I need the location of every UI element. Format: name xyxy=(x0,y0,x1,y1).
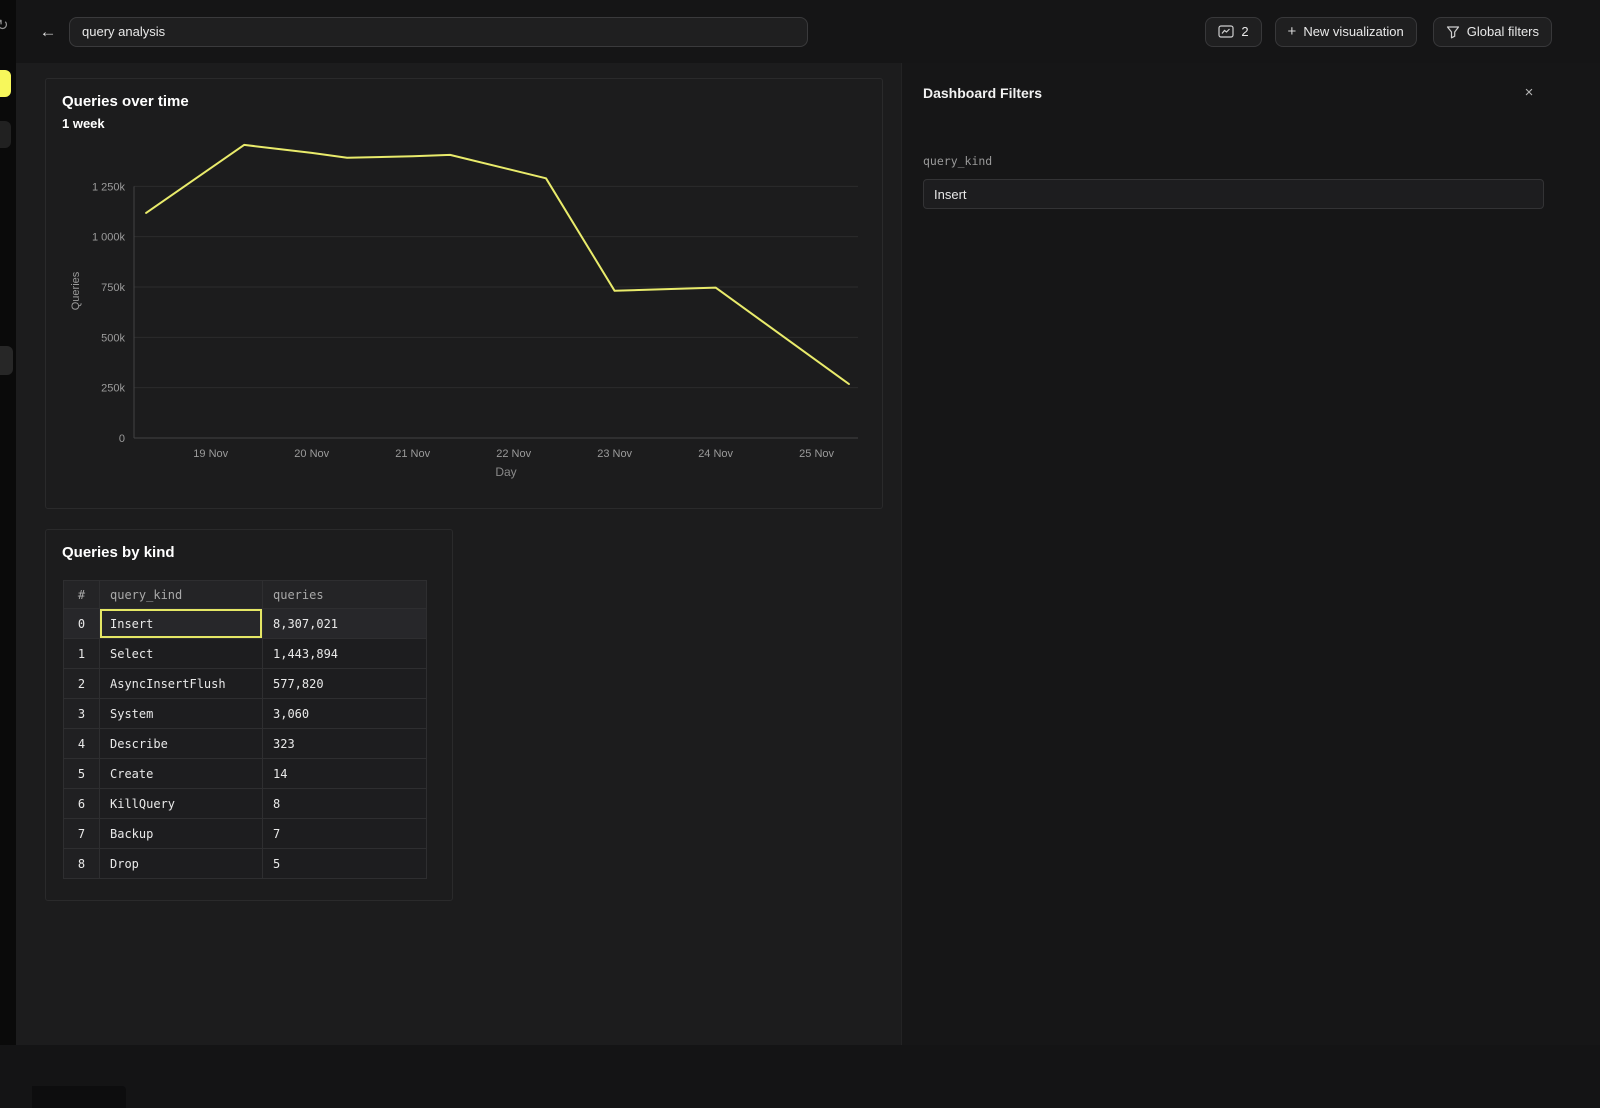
row-index-cell: 6 xyxy=(64,789,100,819)
row-index-cell: 2 xyxy=(64,669,100,699)
new-visualization-button[interactable]: + New visualization xyxy=(1275,17,1417,47)
queries-count-cell[interactable]: 8,307,021 xyxy=(263,609,427,639)
svg-text:0: 0 xyxy=(119,433,125,445)
table-row: 4Describe323 xyxy=(64,729,427,759)
table-title: Queries by kind xyxy=(62,544,175,561)
queries-by-kind-card: Queries by kind # query_kind queries 0In… xyxy=(45,529,453,901)
queries-count-cell[interactable]: 5 xyxy=(263,849,427,879)
queries-count-cell[interactable]: 3,060 xyxy=(263,699,427,729)
table-row: 1Select1,443,894 xyxy=(64,639,427,669)
column-header-queries[interactable]: queries xyxy=(263,581,427,609)
row-index-cell: 4 xyxy=(64,729,100,759)
svg-text:250k: 250k xyxy=(101,383,125,395)
row-index-cell: 3 xyxy=(64,699,100,729)
svg-text:1 250k: 1 250k xyxy=(92,181,126,193)
query-kind-cell[interactable]: KillQuery xyxy=(100,789,263,819)
queries-count-cell[interactable]: 14 xyxy=(263,759,427,789)
row-index-cell: 0 xyxy=(64,609,100,639)
arrow-left-icon: ← xyxy=(40,22,57,42)
table-row: 3System3,060 xyxy=(64,699,427,729)
global-filters-button[interactable]: Global filters xyxy=(1433,17,1552,47)
visualization-count: 2 xyxy=(1241,24,1248,39)
svg-text:19 Nov: 19 Nov xyxy=(193,448,228,460)
query-kind-cell[interactable]: Drop xyxy=(100,849,263,879)
table-row: 5Create14 xyxy=(64,759,427,789)
svg-text:Day: Day xyxy=(495,465,516,479)
svg-text:23 Nov: 23 Nov xyxy=(597,448,632,460)
svg-text:25 Nov: 25 Nov xyxy=(799,448,834,460)
row-index-cell: 7 xyxy=(64,819,100,849)
filters-panel-title: Dashboard Filters xyxy=(923,85,1042,101)
dashboard-canvas: Queries over time 1 week 0 250k 500k 750k 1 … xyxy=(16,63,901,1045)
svg-text:20 Nov: 20 Nov xyxy=(294,448,329,460)
query-kind-cell[interactable]: System xyxy=(100,699,263,729)
row-index-cell: 8 xyxy=(64,849,100,879)
queries-over-time-card: Queries over time 1 week 0 250k 500k 750k 1 … xyxy=(45,78,883,509)
filter-field-label: query_kind xyxy=(923,154,992,168)
queries-count-cell[interactable]: 8 xyxy=(263,789,427,819)
sidebar-item-active[interactable] xyxy=(0,70,11,97)
column-header-query-kind[interactable]: query_kind xyxy=(100,581,263,609)
query-kind-cell[interactable]: Select xyxy=(100,639,263,669)
queries-chart-svg[interactable]: 0 250k 500k 750k 1 000k 1 250k 19 Nov 20 Nov 21 … xyxy=(46,79,884,510)
sidebar-item[interactable] xyxy=(0,121,11,148)
queries-count-cell[interactable]: 1,443,894 xyxy=(263,639,427,669)
svg-text:750k: 750k xyxy=(101,282,125,294)
close-button[interactable]: × xyxy=(1520,83,1538,101)
queries-count-cell[interactable]: 577,820 xyxy=(263,669,427,699)
query-kind-cell[interactable]: Backup xyxy=(100,819,263,849)
queries-table: # query_kind queries 0Insert8,307,0211Se… xyxy=(63,580,427,879)
visualization-icon xyxy=(1218,25,1234,38)
table-row: 0Insert8,307,021 xyxy=(64,609,427,639)
dashboard-title-input[interactable] xyxy=(69,17,808,47)
back-button[interactable]: ← xyxy=(34,18,62,46)
svg-text:22 Nov: 22 Nov xyxy=(496,448,531,460)
dashboard-filters-panel: Dashboard Filters × query_kind xyxy=(901,63,1600,1045)
new-visualization-label: New visualization xyxy=(1303,24,1403,39)
svg-text:500k: 500k xyxy=(101,332,125,344)
bottom-left-block xyxy=(32,1086,126,1108)
row-index-cell: 5 xyxy=(64,759,100,789)
query-kind-filter-input[interactable] xyxy=(923,179,1544,209)
table-row: 8Drop5 xyxy=(64,849,427,879)
svg-text:1 000k: 1 000k xyxy=(92,232,126,244)
global-filters-label: Global filters xyxy=(1467,24,1539,39)
svg-text:21 Nov: 21 Nov xyxy=(395,448,430,460)
query-kind-cell[interactable]: Insert xyxy=(100,609,263,639)
top-bar: ← 2 + New visualization Global filters xyxy=(16,0,1600,63)
queries-table-head: # query_kind queries xyxy=(64,581,427,609)
queries-count-cell[interactable]: 323 xyxy=(263,729,427,759)
query-kind-cell[interactable]: Describe xyxy=(100,729,263,759)
table-row: 7Backup7 xyxy=(64,819,427,849)
chart-title: Queries over time xyxy=(62,93,189,110)
queries-table-body: 0Insert8,307,0211Select1,443,8942AsyncIn… xyxy=(64,609,427,879)
plus-icon: + xyxy=(1288,24,1297,39)
refresh-icon[interactable]: ↻ xyxy=(0,16,9,34)
topbar-actions: 2 + New visualization Global filters xyxy=(1205,17,1552,47)
svg-text:24 Nov: 24 Nov xyxy=(698,448,733,460)
column-header-index[interactable]: # xyxy=(64,581,100,609)
row-index-cell: 1 xyxy=(64,639,100,669)
funnel-icon xyxy=(1446,25,1460,39)
chart-subtitle: 1 week xyxy=(62,116,105,131)
close-icon: × xyxy=(1525,84,1534,101)
table-row: 2AsyncInsertFlush577,820 xyxy=(64,669,427,699)
table-row: 6KillQuery8 xyxy=(64,789,427,819)
left-icon-strip: ↻ xyxy=(0,0,16,1045)
query-kind-cell[interactable]: AsyncInsertFlush xyxy=(100,669,263,699)
visualization-count-button[interactable]: 2 xyxy=(1205,17,1261,47)
svg-text:Queries: Queries xyxy=(70,271,82,310)
query-kind-cell[interactable]: Create xyxy=(100,759,263,789)
queries-count-cell[interactable]: 7 xyxy=(263,819,427,849)
sidebar-item[interactable] xyxy=(0,346,13,375)
